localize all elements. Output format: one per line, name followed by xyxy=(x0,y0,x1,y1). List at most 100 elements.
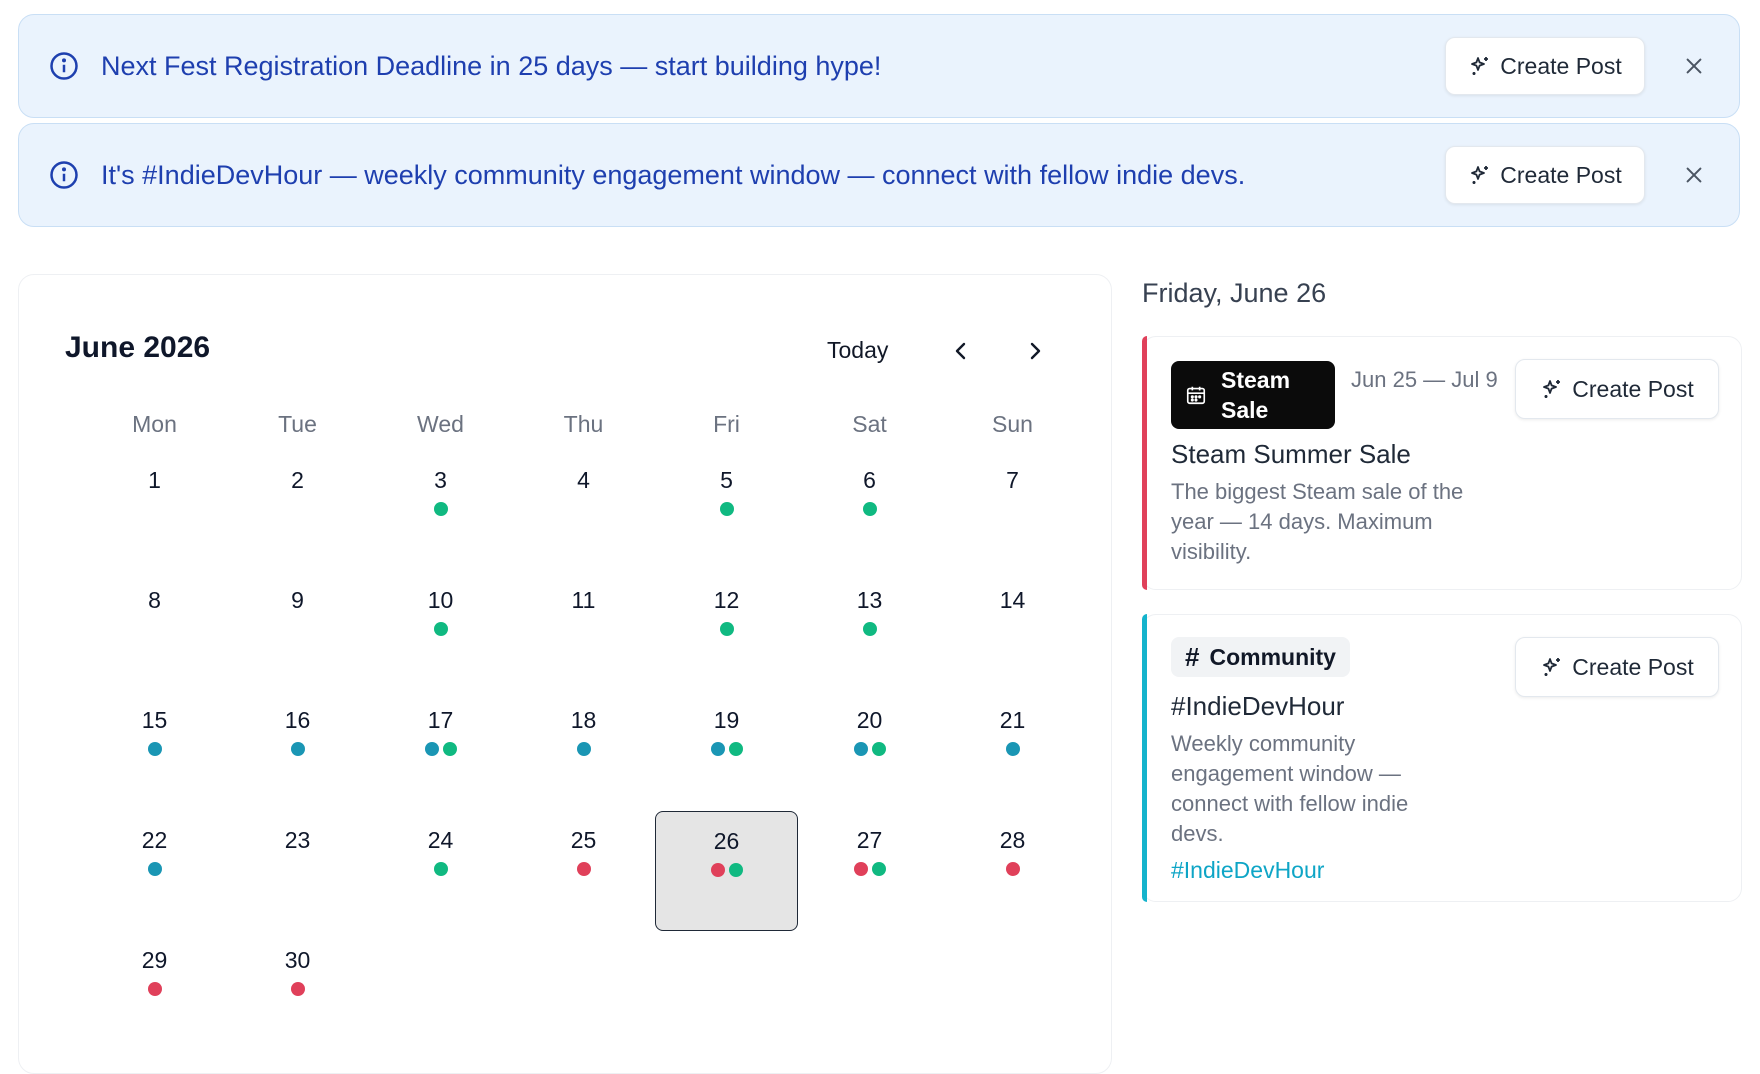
event-dots xyxy=(798,742,941,756)
weekday-label: Wed xyxy=(417,411,464,437)
weekday-label: Mon xyxy=(132,411,177,437)
dismiss-banner-button[interactable] xyxy=(1677,49,1711,83)
sparkles-icon xyxy=(1543,380,1561,398)
weekday-label: Sat xyxy=(852,411,887,437)
calendar-day[interactable]: 19 xyxy=(655,691,798,811)
event-accent-bar xyxy=(1142,336,1147,590)
day-number: 25 xyxy=(570,827,597,853)
calendar-day[interactable]: 15 xyxy=(83,691,226,811)
banner-message: Next Fest Registration Deadline in 25 da… xyxy=(101,50,882,81)
event-dots xyxy=(941,742,1084,756)
event-dots xyxy=(369,622,512,636)
calendar-day[interactable]: 22 xyxy=(83,811,226,931)
day-number: 16 xyxy=(284,707,311,733)
event-dot-teal xyxy=(147,862,162,876)
calendar-day[interactable]: 9 xyxy=(226,571,369,691)
calendar-day-selected[interactable]: 26 xyxy=(655,811,798,931)
dismiss-banner-button[interactable] xyxy=(1677,158,1711,192)
event-dot-green xyxy=(433,502,448,516)
day-number: 12 xyxy=(713,587,740,613)
day-number: 6 xyxy=(863,467,876,493)
calendar-day[interactable]: 23 xyxy=(226,811,369,931)
create-post-button[interactable]: Create Post xyxy=(1515,637,1719,697)
calendar-day[interactable]: 12 xyxy=(655,571,798,691)
event-type-badge: Steam Sale xyxy=(1171,361,1335,429)
calendar-day[interactable]: 30 xyxy=(226,931,369,1051)
calendar-day[interactable]: 20 xyxy=(798,691,941,811)
event-dot-red xyxy=(1005,862,1020,876)
calendar-day[interactable]: 27 xyxy=(798,811,941,931)
create-post-label: Create Post xyxy=(1500,52,1622,79)
event-dot-teal xyxy=(853,742,868,756)
event-dots xyxy=(83,862,226,876)
event-title: #IndieDevHour xyxy=(1171,691,1345,721)
prev-month-button[interactable] xyxy=(943,333,979,369)
day-number: 2 xyxy=(291,467,304,493)
event-dots xyxy=(369,742,512,756)
calendar-day[interactable]: 11 xyxy=(512,571,655,691)
day-number: 27 xyxy=(856,827,883,853)
calendar-day[interactable]: 14 xyxy=(941,571,1084,691)
calendar-day[interactable]: 4 xyxy=(512,451,655,571)
event-description: Weekly community engagement window — con… xyxy=(1171,731,1409,846)
calendar-month-title: June 2026 xyxy=(65,331,211,364)
event-accent-bar xyxy=(1142,614,1147,902)
event-dot-teal xyxy=(710,742,725,756)
event-dots xyxy=(512,742,655,756)
day-number: 23 xyxy=(284,827,311,853)
day-number: 4 xyxy=(577,467,590,493)
event-dot-green xyxy=(442,742,457,756)
calendar-day[interactable]: 1 xyxy=(83,451,226,571)
today-button[interactable]: Today xyxy=(827,337,888,364)
event-dot-teal xyxy=(576,742,591,756)
event-dot-green xyxy=(719,622,734,636)
create-post-button[interactable]: Create Post xyxy=(1445,37,1645,95)
sparkles-icon xyxy=(1471,57,1489,75)
day-number: 17 xyxy=(427,707,454,733)
event-description: The biggest Steam sale of the year — 14 … xyxy=(1171,479,1464,564)
banner-message: It's #IndieDevHour — weekly community en… xyxy=(101,159,1246,190)
calendar-day[interactable]: 3 xyxy=(369,451,512,571)
calendar-day[interactable]: 6 xyxy=(798,451,941,571)
event-dot-teal xyxy=(290,742,305,756)
event-dot-green xyxy=(728,742,743,756)
sparkles-icon xyxy=(1471,166,1489,184)
event-dot-green xyxy=(433,862,448,876)
event-dot-green xyxy=(719,502,734,516)
event-hashtag-link[interactable]: #IndieDevHour xyxy=(1171,857,1324,884)
deadline-banner: Next Fest Registration Deadline in 25 da… xyxy=(18,14,1740,118)
day-number: 19 xyxy=(713,707,740,733)
calendar-day[interactable]: 7 xyxy=(941,451,1084,571)
weekday-label: Thu xyxy=(563,411,604,437)
calendar-day[interactable]: 17 xyxy=(369,691,512,811)
create-post-button[interactable]: Create Post xyxy=(1445,146,1645,204)
event-badge-label: Steam Sale xyxy=(1221,367,1291,423)
calendar-day[interactable]: 2 xyxy=(226,451,369,571)
calendar-icon xyxy=(1186,386,1206,405)
calendar-day[interactable]: 28 xyxy=(941,811,1084,931)
calendar-day[interactable]: 29 xyxy=(83,931,226,1051)
event-dot-teal xyxy=(424,742,439,756)
calendar-day[interactable]: 24 xyxy=(369,811,512,931)
calendar-card: June 2026 Today Mon Tue Wed Thu Fri Sat … xyxy=(18,274,1112,1074)
event-dot-red xyxy=(710,863,725,877)
calendar-day[interactable]: 25 xyxy=(512,811,655,931)
day-number: 29 xyxy=(141,947,168,973)
community-banner: It's #IndieDevHour — weekly community en… xyxy=(18,123,1740,227)
day-number: 26 xyxy=(713,828,740,854)
calendar-day[interactable]: 5 xyxy=(655,451,798,571)
calendar-day[interactable]: 18 xyxy=(512,691,655,811)
event-dot-green xyxy=(862,502,877,516)
event-dots xyxy=(369,862,512,876)
hash-icon: # xyxy=(1185,641,1200,672)
event-dots xyxy=(655,502,798,516)
calendar-day[interactable]: 8 xyxy=(83,571,226,691)
weekday-label: Tue xyxy=(278,411,317,437)
day-number: 1 xyxy=(148,467,161,493)
next-month-button[interactable] xyxy=(1017,333,1053,369)
create-post-button[interactable]: Create Post xyxy=(1515,359,1719,419)
calendar-day[interactable]: 13 xyxy=(798,571,941,691)
calendar-day[interactable]: 21 xyxy=(941,691,1084,811)
calendar-day[interactable]: 10 xyxy=(369,571,512,691)
calendar-day[interactable]: 16 xyxy=(226,691,369,811)
